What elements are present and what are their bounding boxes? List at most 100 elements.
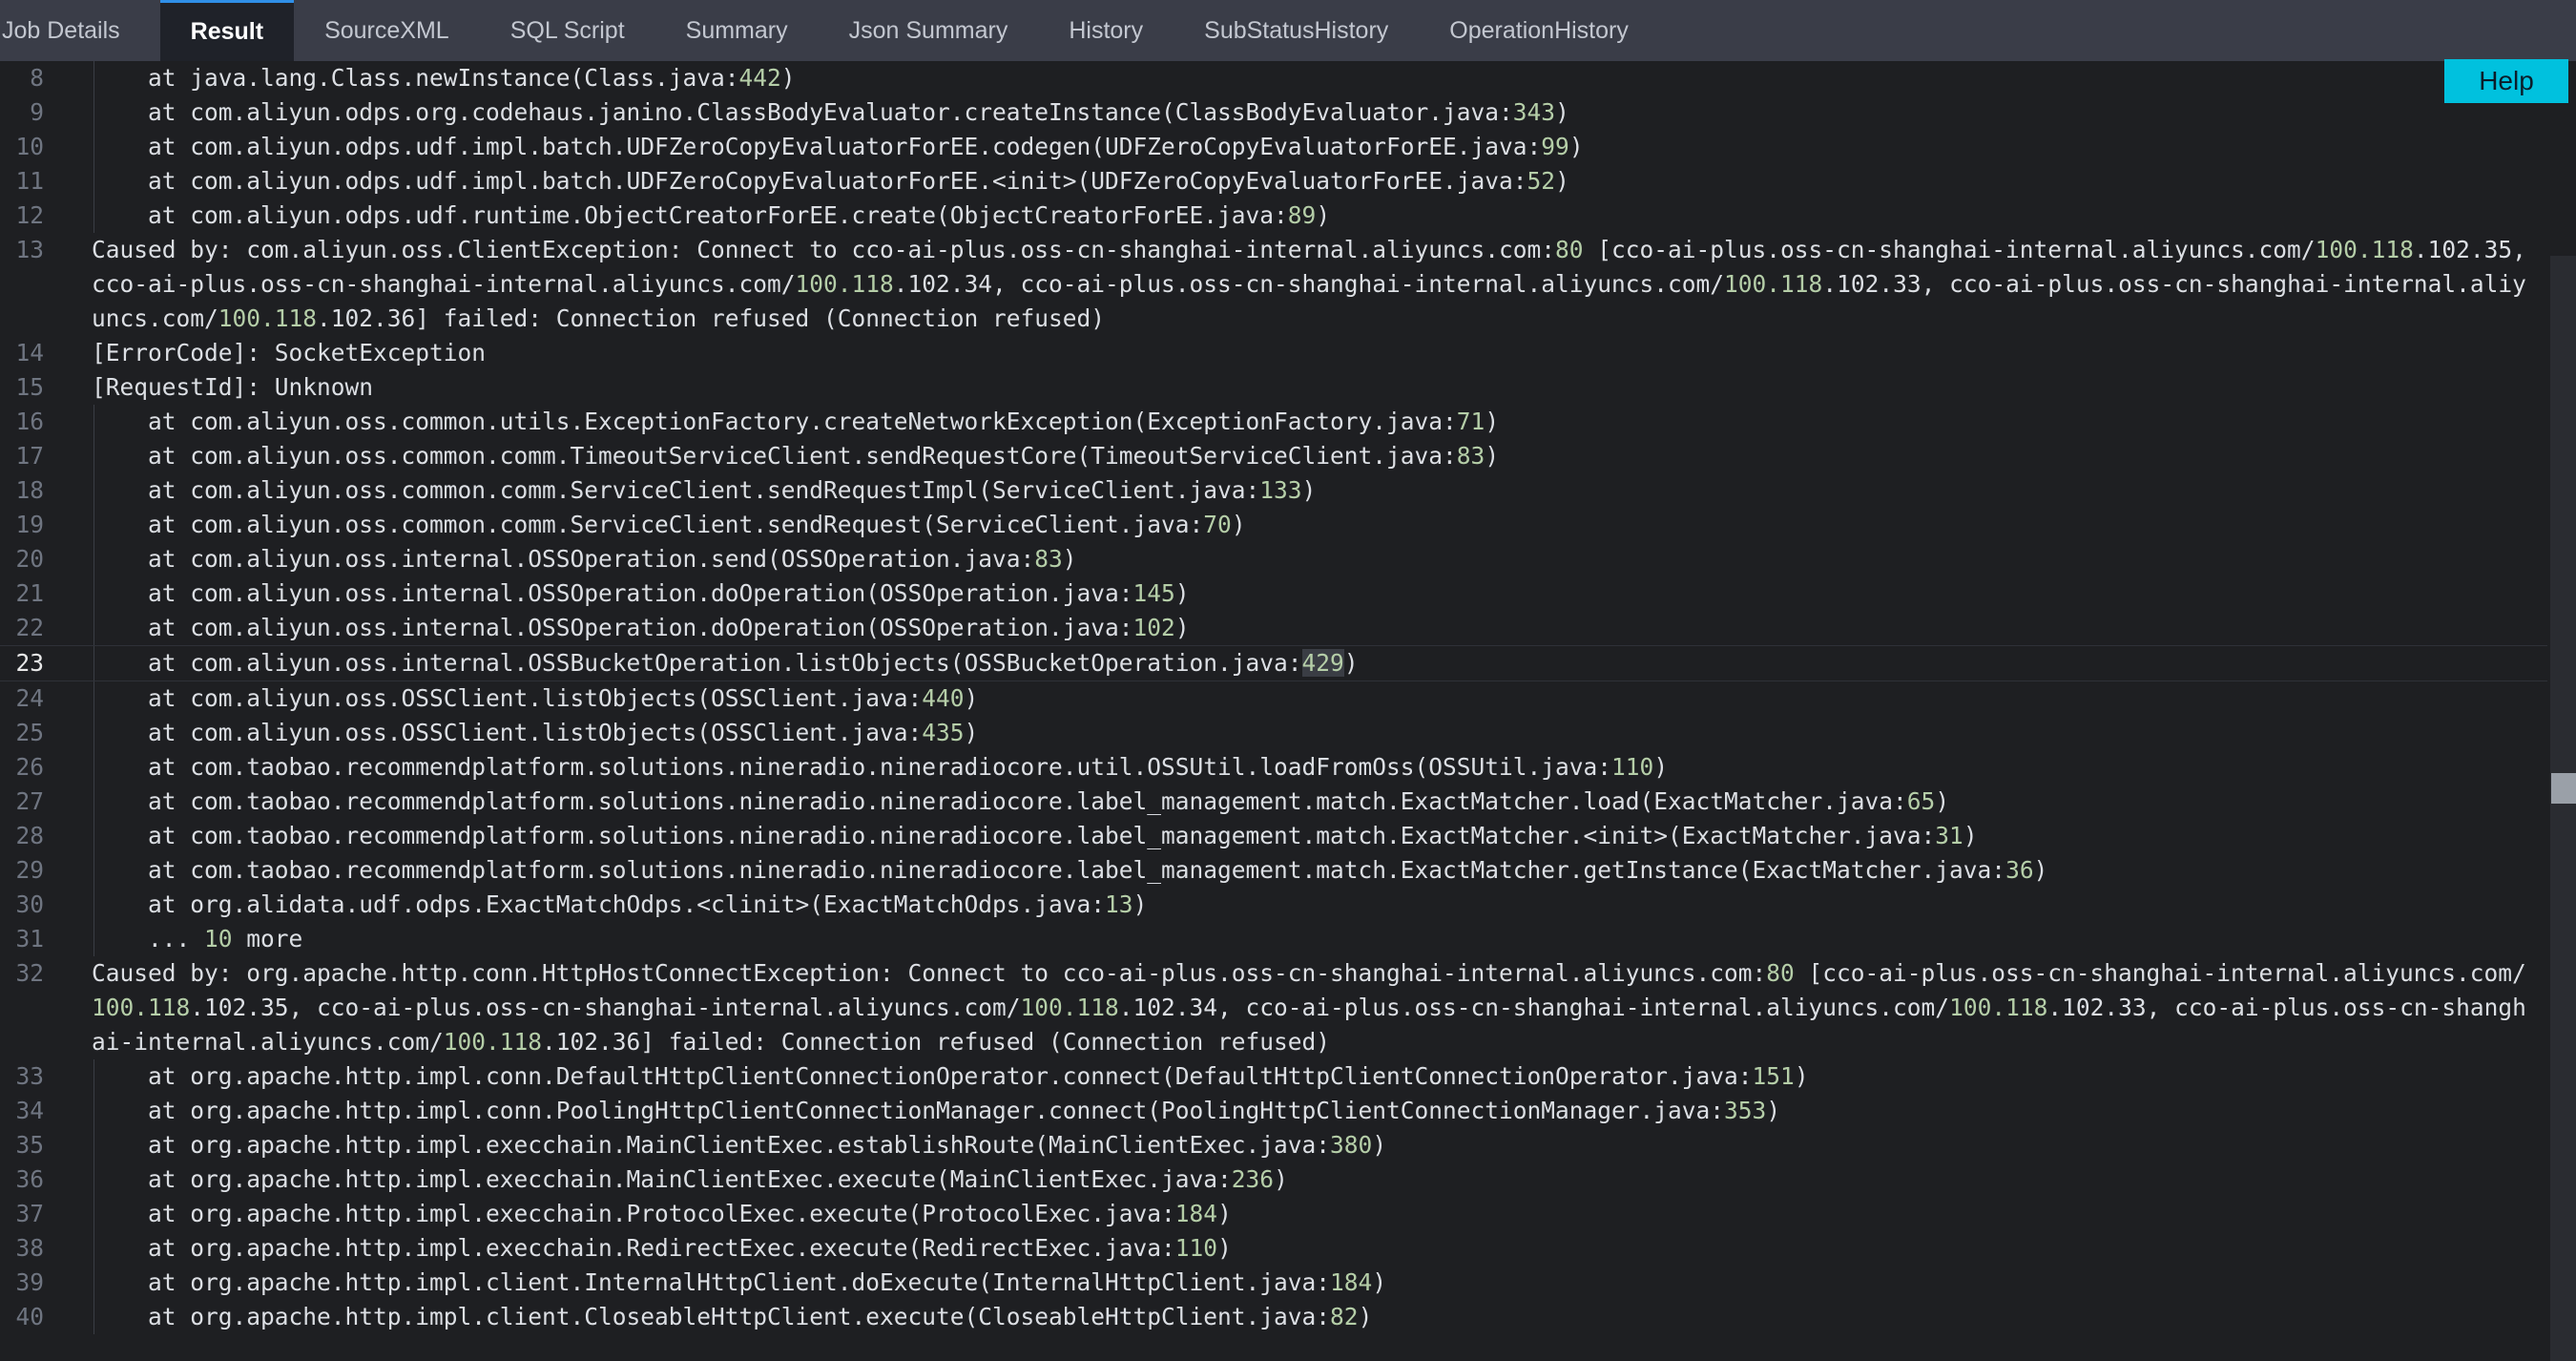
- code-line: 23 at com.aliyun.oss.internal.OSSBucketO…: [0, 645, 2547, 681]
- indent-guide: [93, 130, 94, 164]
- line-number: 19: [15, 511, 44, 538]
- code-line: 12 at com.aliyun.odps.udf.runtime.Object…: [0, 199, 2547, 233]
- number-token: 435: [922, 719, 965, 746]
- tab-substatushistory[interactable]: SubStatusHistory: [1174, 0, 1419, 61]
- text-token: at org.apache.http.impl.execchain.Protoc…: [92, 1200, 1175, 1227]
- line-number: 13: [15, 236, 44, 263]
- line-content: at com.aliyun.oss.OSSClient.listObjects(…: [92, 681, 2534, 716]
- line-number: 23: [15, 649, 44, 677]
- number-token: 353: [1724, 1097, 1767, 1124]
- text-token: ): [1343, 649, 1359, 677]
- indent-guide: [93, 1300, 94, 1334]
- code-line: 8 at java.lang.Class.newInstance(Class.j…: [0, 61, 2547, 95]
- text-token: at com.aliyun.oss.internal.OSSOperation.…: [92, 545, 1035, 573]
- indent-guide: [93, 681, 94, 716]
- text-token: ): [1174, 614, 1190, 641]
- indent-guide: [93, 1162, 94, 1197]
- number-token: 380: [1330, 1131, 1373, 1159]
- line-number: 14: [15, 339, 44, 366]
- text-token: at org.apache.http.impl.execchain.MainCl…: [92, 1165, 1232, 1193]
- line-number: 34: [15, 1097, 44, 1124]
- line-content: at com.aliyun.oss.internal.OSSOperation.…: [92, 542, 2534, 576]
- text-token: ): [1217, 1200, 1232, 1227]
- text-token: at org.apache.http.impl.client.InternalH…: [92, 1268, 1331, 1296]
- text-token: at com.aliyun.oss.common.comm.TimeoutSer…: [92, 442, 1457, 470]
- text-token: [RequestId]: Unknown: [92, 373, 374, 401]
- indent-guide: [93, 576, 94, 611]
- number-token: 31: [1935, 822, 1963, 849]
- line-number: 25: [15, 719, 44, 746]
- line-content: at com.aliyun.oss.internal.OSSOperation.…: [92, 611, 2534, 645]
- number-token: 184: [1174, 1200, 1218, 1227]
- text-token: ): [964, 684, 979, 712]
- text-token: at org.apache.http.impl.client.Closeable…: [92, 1303, 1331, 1330]
- text-token: ): [1062, 545, 1077, 573]
- text-token: at com.aliyun.oss.common.comm.ServiceCli…: [92, 511, 1204, 538]
- text-token: Caused by: org.apache.http.conn.HttpHost…: [92, 959, 1767, 987]
- code-line: 33 at org.apache.http.impl.conn.DefaultH…: [0, 1059, 2547, 1094]
- line-number: 35: [15, 1131, 44, 1159]
- code-line: 20 at com.aliyun.oss.internal.OSSOperati…: [0, 542, 2547, 576]
- line-content: at com.aliyun.oss.internal.OSSBucketOper…: [92, 646, 2534, 680]
- tab-operationhistory[interactable]: OperationHistory: [1419, 0, 1659, 61]
- tab-result[interactable]: Result: [159, 0, 295, 61]
- number-token: 100.118: [443, 1028, 543, 1056]
- number-token: 184: [1330, 1268, 1373, 1296]
- number-token: 71: [1456, 408, 1485, 435]
- tab-bar: Job Details Result SourceXML SQL Script Summ…: [0, 0, 2576, 61]
- code-line: 14 [ErrorCode]: SocketException: [0, 336, 2547, 370]
- code-line: 32 Caused by: org.apache.http.conn.HttpHo…: [0, 956, 2547, 1059]
- number-token: 100.118: [92, 994, 191, 1021]
- tab-sql-script[interactable]: SQL Script: [480, 0, 655, 61]
- text-token: at com.aliyun.oss.internal.OSSOperation.…: [92, 579, 1133, 607]
- number-token: 343: [1512, 98, 1556, 126]
- tab-summary[interactable]: Summary: [655, 0, 819, 61]
- line-number: 15: [15, 373, 44, 401]
- line-content: at com.aliyun.oss.common.comm.ServiceCli…: [92, 473, 2534, 508]
- line-content: at org.apache.http.impl.conn.DefaultHttp…: [92, 1059, 2534, 1094]
- vertical-scrollbar-thumb[interactable]: [2551, 773, 2576, 804]
- line-content: ... 10 more: [92, 922, 2534, 956]
- line-content: at com.aliyun.odps.udf.runtime.ObjectCre…: [92, 199, 2534, 233]
- line-number: 40: [15, 1303, 44, 1330]
- code-line: 28 at com.taobao.recommendplatform.solut…: [0, 819, 2547, 853]
- text-token: more: [232, 925, 303, 953]
- indent-guide: [93, 888, 94, 922]
- code-line: 21 at com.aliyun.oss.internal.OSSOperati…: [0, 576, 2547, 611]
- help-button[interactable]: Help: [2444, 59, 2568, 103]
- indent-guide: [93, 1197, 94, 1231]
- line-number: 31: [15, 925, 44, 953]
- text-token: ): [1301, 476, 1317, 504]
- tab-job-details[interactable]: Job Details: [0, 0, 160, 61]
- text-token: .102.36] failed: Connection refused (Con…: [317, 304, 1106, 332]
- line-number: 29: [15, 856, 44, 884]
- text-token: ): [1555, 98, 1569, 126]
- indent-guide: [93, 95, 94, 130]
- tab-sourcexml[interactable]: SourceXML: [294, 0, 480, 61]
- tab-json-summary[interactable]: Json Summary: [819, 0, 1039, 61]
- text-token: at com.taobao.recommendplatform.solution…: [92, 856, 2006, 884]
- line-number: 10: [15, 133, 44, 160]
- result-code-viewer[interactable]: 7 at java.lang.reflect.Constructor.newIn…: [0, 61, 2576, 1361]
- line-number: 36: [15, 1165, 44, 1193]
- vertical-scrollbar-track[interactable]: [2550, 256, 2576, 1361]
- number-token: 99: [1541, 133, 1569, 160]
- text-token: at org.apache.http.impl.execchain.Redire…: [92, 1234, 1175, 1262]
- indent-guide: [93, 819, 94, 853]
- line-content: at com.aliyun.oss.common.comm.ServiceCli…: [92, 508, 2534, 542]
- text-token: ): [1358, 1303, 1373, 1330]
- line-content: at org.apache.http.impl.client.InternalH…: [92, 1266, 2534, 1300]
- line-number: 20: [15, 545, 44, 573]
- code-line: 13 Caused by: com.aliyun.oss.ClientExcept…: [0, 233, 2547, 336]
- tab-history[interactable]: History: [1038, 0, 1174, 61]
- text-token: at org.apache.http.impl.conn.PoolingHttp…: [92, 1097, 1725, 1124]
- line-number: 22: [15, 614, 44, 641]
- text-token: at com.taobao.recommendplatform.solution…: [92, 753, 1612, 781]
- text-token: at com.aliyun.oss.common.utils.Exception…: [92, 408, 1457, 435]
- code-line: 36 at org.apache.http.impl.execchain.Mai…: [0, 1162, 2547, 1197]
- number-token: 10: [204, 925, 233, 953]
- line-number: 8: [30, 64, 44, 92]
- text-token: at com.aliyun.odps.org.codehaus.janino.C…: [92, 98, 1513, 126]
- code-line: 15 [RequestId]: Unknown: [0, 370, 2547, 405]
- code-line: 16 at com.aliyun.oss.common.utils.Except…: [0, 405, 2547, 439]
